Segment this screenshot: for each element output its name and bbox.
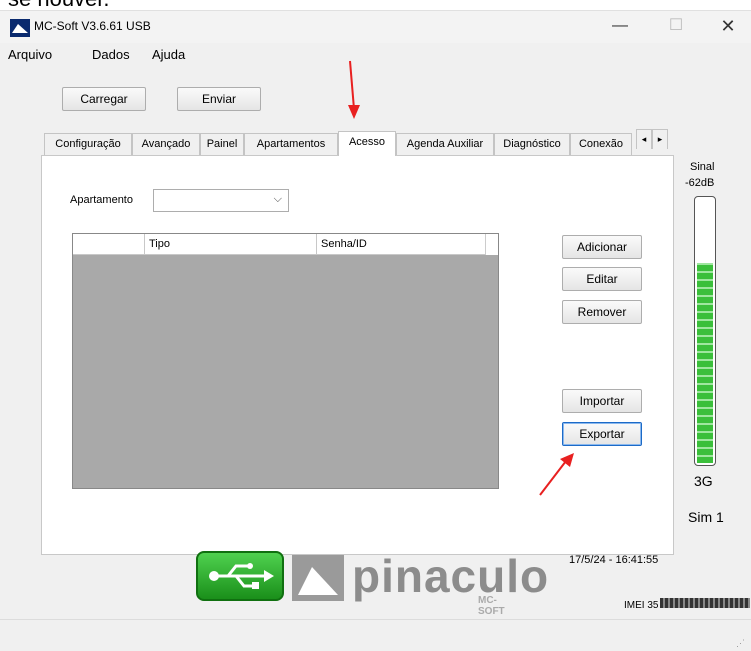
signal-meter-fill (697, 263, 713, 463)
maximize-button[interactable]: ☐ (653, 13, 699, 41)
status-datetime: 17/5/24 - 16:41:55 (569, 554, 659, 566)
sim-indicator: Sim 1 (688, 509, 724, 525)
tab-apartamentos[interactable]: Apartamentos (244, 133, 338, 155)
brand-logo-text: pinaculo (352, 550, 550, 602)
import-button[interactable]: Importar (562, 389, 642, 413)
tab-painel[interactable]: Painel (200, 133, 244, 155)
title-bar: MC-Soft V3.6.61 USB — ☐ ✕ (0, 11, 751, 43)
status-bar: ⋰ (0, 619, 751, 651)
column-header-index[interactable] (73, 234, 145, 255)
access-table[interactable]: Tipo Senha/ID (72, 233, 499, 489)
export-button[interactable]: Exportar (562, 422, 642, 446)
column-header-senha[interactable]: Senha/ID (317, 234, 485, 255)
table-header: Tipo Senha/ID (73, 234, 485, 255)
load-button[interactable]: Carregar (62, 87, 146, 111)
remove-button[interactable]: Remover (562, 300, 642, 324)
table-scrollbar[interactable] (485, 234, 498, 255)
signal-meter (694, 196, 716, 466)
tab-scroll-left-icon[interactable]: ◂ (636, 129, 652, 149)
annotation-arrow-up (539, 453, 574, 496)
status-imei: IMEI 35 (624, 600, 659, 611)
tab-conexao[interactable]: Conexão (570, 133, 632, 155)
send-button[interactable]: Enviar (177, 87, 261, 111)
brand-sub-text: MC-SOFT (478, 595, 505, 617)
edit-button[interactable]: Editar (562, 267, 642, 291)
window-title: MC-Soft V3.6.61 USB (34, 19, 151, 33)
tab-diagnostico[interactable]: Diagnóstico (494, 133, 570, 155)
tab-acesso[interactable]: Acesso (338, 131, 396, 156)
menu-ajuda[interactable]: Ajuda (152, 47, 185, 62)
tab-agenda-auxiliar[interactable]: Agenda Auxiliar (396, 133, 494, 155)
resize-grip-icon[interactable]: ⋰ (736, 638, 745, 649)
app-window: MC-Soft V3.6.61 USB — ☐ ✕ Arquivo Dados … (0, 10, 751, 651)
add-button[interactable]: Adicionar (562, 235, 642, 259)
network-type: 3G (694, 473, 713, 489)
close-button[interactable]: ✕ (705, 13, 751, 41)
pinaculo-logo-icon (292, 555, 344, 601)
apartment-select[interactable]: ⌵ (153, 189, 289, 212)
signal-level: -62dB (685, 177, 715, 189)
menu-bar: Arquivo Dados Ajuda (0, 43, 751, 65)
minimize-button[interactable]: — (597, 13, 643, 41)
column-header-tipo[interactable]: Tipo (145, 234, 317, 255)
app-logo-icon (10, 19, 30, 37)
usb-icon (196, 551, 284, 601)
imei-redacted (660, 598, 750, 608)
menu-arquivo[interactable]: Arquivo (8, 47, 52, 62)
tab-configuracao[interactable]: Configuração (44, 133, 132, 155)
chevron-down-icon: ⌵ (273, 193, 282, 205)
tab-scroll-right-icon[interactable]: ▸ (652, 129, 668, 149)
apartment-label: Apartamento (70, 194, 133, 206)
signal-label: Sinal (690, 161, 715, 173)
menu-dados[interactable]: Dados (92, 47, 130, 62)
annotation-arrow-down (348, 60, 360, 119)
tab-avancado[interactable]: Avançado (132, 133, 200, 155)
